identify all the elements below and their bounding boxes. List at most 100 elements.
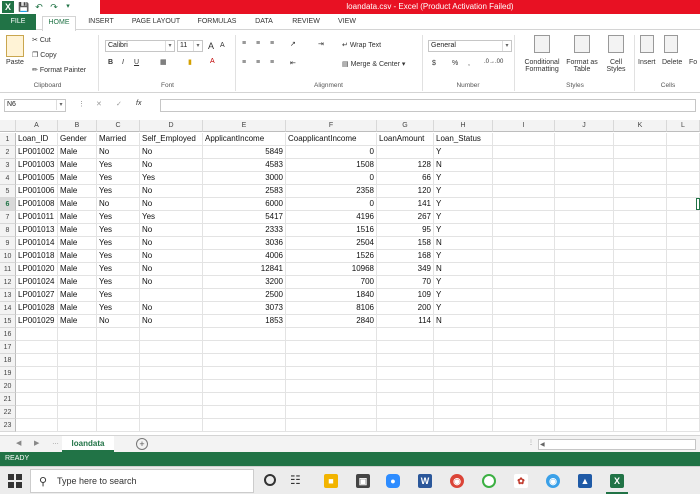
- cell[interactable]: [555, 406, 614, 419]
- browser-icon[interactable]: ◉: [546, 474, 560, 488]
- column-header-j[interactable]: J: [555, 120, 614, 132]
- cell[interactable]: [614, 367, 667, 380]
- cell[interactable]: Male: [58, 159, 97, 172]
- cell[interactable]: Yes: [97, 250, 140, 263]
- cell[interactable]: [493, 367, 555, 380]
- cell[interactable]: [493, 172, 555, 185]
- cell[interactable]: [377, 341, 434, 354]
- cell[interactable]: LP001002: [16, 146, 58, 159]
- cell[interactable]: [493, 380, 555, 393]
- delete-cells-icon[interactable]: [664, 35, 678, 53]
- column-header-h[interactable]: H: [434, 120, 493, 132]
- cell[interactable]: [58, 419, 97, 432]
- tab-page-layout[interactable]: PAGE LAYOUT: [126, 16, 186, 30]
- cell[interactable]: [493, 185, 555, 198]
- cell[interactable]: [667, 185, 700, 198]
- cell[interactable]: LP001027: [16, 289, 58, 302]
- more-sheets-icon[interactable]: …: [52, 439, 59, 446]
- cell[interactable]: [614, 198, 667, 211]
- cell[interactable]: 200: [377, 302, 434, 315]
- cell[interactable]: [555, 224, 614, 237]
- cell[interactable]: 2840: [286, 315, 377, 328]
- cell[interactable]: LP001008: [16, 198, 58, 211]
- select-all-corner[interactable]: [0, 120, 16, 132]
- cell[interactable]: [140, 328, 203, 341]
- cell[interactable]: 66: [377, 172, 434, 185]
- cell[interactable]: [140, 354, 203, 367]
- cell[interactable]: [377, 367, 434, 380]
- column-header-k[interactable]: K: [614, 120, 667, 132]
- cell[interactable]: Y: [434, 172, 493, 185]
- cell[interactable]: [614, 419, 667, 432]
- cell[interactable]: [614, 315, 667, 328]
- cell[interactable]: LP001005: [16, 172, 58, 185]
- cell[interactable]: 114: [377, 315, 434, 328]
- cell[interactable]: [614, 406, 667, 419]
- cell[interactable]: [16, 419, 58, 432]
- cell[interactable]: [667, 380, 700, 393]
- store-icon[interactable]: ▣: [356, 474, 370, 488]
- indent-icon[interactable]: ⇥: [318, 40, 324, 48]
- cell[interactable]: [58, 406, 97, 419]
- cell[interactable]: [377, 328, 434, 341]
- cell[interactable]: Male: [58, 302, 97, 315]
- cell[interactable]: [667, 263, 700, 276]
- cell[interactable]: [614, 250, 667, 263]
- windows-start-icon[interactable]: [8, 474, 22, 488]
- cell[interactable]: Yes: [97, 237, 140, 250]
- cell[interactable]: LoanAmount: [377, 133, 434, 146]
- cell[interactable]: No: [140, 146, 203, 159]
- cell[interactable]: Y: [434, 185, 493, 198]
- row-header-2[interactable]: 2: [0, 146, 16, 159]
- cell[interactable]: [493, 315, 555, 328]
- cell[interactable]: [493, 237, 555, 250]
- cell[interactable]: [614, 211, 667, 224]
- cell[interactable]: Y: [434, 224, 493, 237]
- cell[interactable]: Male: [58, 250, 97, 263]
- cell[interactable]: [667, 328, 700, 341]
- cell[interactable]: [97, 393, 140, 406]
- cell[interactable]: [97, 419, 140, 432]
- cell[interactable]: [58, 341, 97, 354]
- merge-center-button[interactable]: ▤ Merge & Center ▾: [342, 60, 405, 68]
- cell[interactable]: 2333: [203, 224, 286, 237]
- cell[interactable]: N: [434, 237, 493, 250]
- cell[interactable]: [493, 146, 555, 159]
- cell[interactable]: [614, 341, 667, 354]
- cell[interactable]: [555, 185, 614, 198]
- cell[interactable]: [140, 289, 203, 302]
- cell[interactable]: Gender: [58, 133, 97, 146]
- cell[interactable]: 1508: [286, 159, 377, 172]
- cell[interactable]: [555, 354, 614, 367]
- cell[interactable]: N: [434, 159, 493, 172]
- cell[interactable]: [667, 276, 700, 289]
- cell[interactable]: [493, 211, 555, 224]
- cell[interactable]: 141: [377, 198, 434, 211]
- cell[interactable]: Male: [58, 315, 97, 328]
- cell[interactable]: [667, 237, 700, 250]
- cell[interactable]: [555, 302, 614, 315]
- cell[interactable]: 12841: [203, 263, 286, 276]
- cell[interactable]: No: [140, 237, 203, 250]
- cell[interactable]: [140, 406, 203, 419]
- row-header-19[interactable]: 19: [0, 367, 16, 380]
- cell[interactable]: 267: [377, 211, 434, 224]
- font-name-select[interactable]: Calibri ▾: [105, 40, 175, 52]
- cell[interactable]: [614, 354, 667, 367]
- row-header-18[interactable]: 18: [0, 354, 16, 367]
- row-header-14[interactable]: 14: [0, 302, 16, 315]
- cell[interactable]: [493, 328, 555, 341]
- cell[interactable]: [614, 380, 667, 393]
- enter-icon[interactable]: ✓: [116, 100, 122, 108]
- cell[interactable]: [377, 380, 434, 393]
- paw-app-icon[interactable]: ✿: [514, 474, 528, 488]
- cell[interactable]: [667, 315, 700, 328]
- cell[interactable]: [286, 419, 377, 432]
- cell[interactable]: 700: [286, 276, 377, 289]
- cell[interactable]: [97, 380, 140, 393]
- add-sheet-button[interactable]: +: [136, 438, 148, 450]
- cell[interactable]: [493, 289, 555, 302]
- cell[interactable]: [555, 367, 614, 380]
- cell[interactable]: [58, 380, 97, 393]
- cell[interactable]: [97, 367, 140, 380]
